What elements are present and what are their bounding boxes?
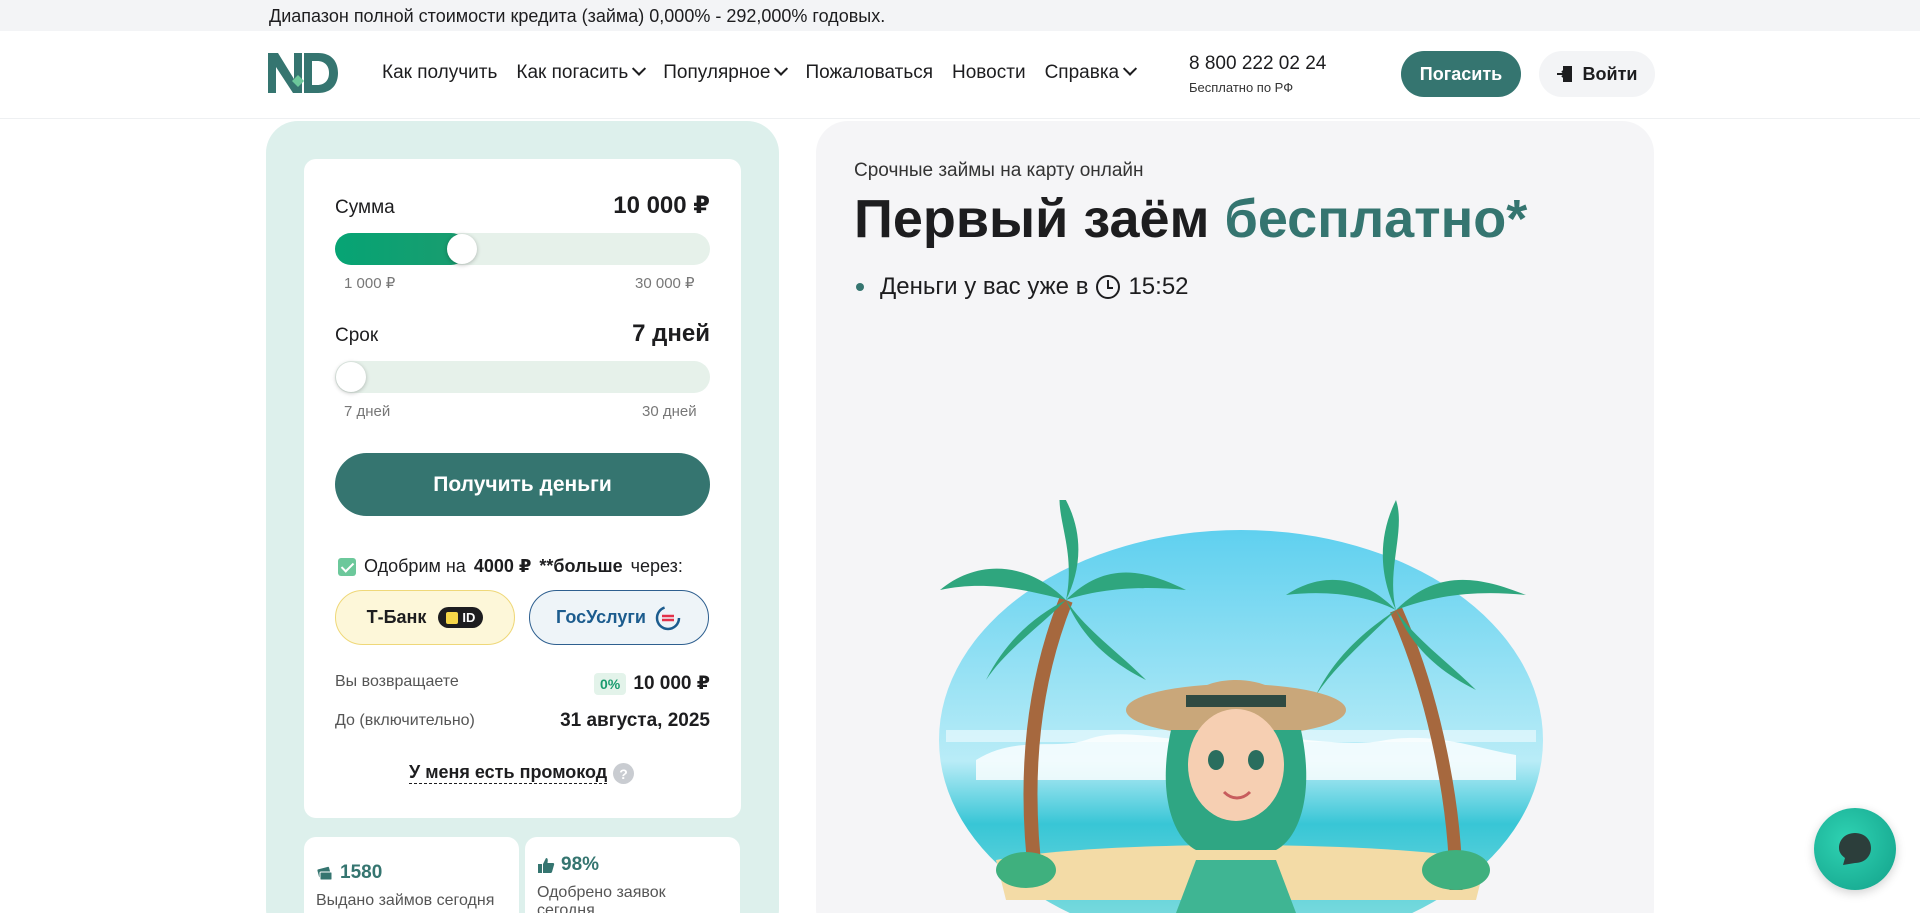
approve-amount: 4000 ₽ <box>473 556 532 576</box>
stat-loans-label: Выдано займов сегодня <box>316 892 495 909</box>
promo-code-link[interactable]: У меня есть промокод <box>409 762 608 784</box>
approve-note: Одобрим на 4000 ₽ **больше через: <box>338 556 683 577</box>
term-slider-handle[interactable] <box>336 362 366 392</box>
chevron-down-icon <box>774 61 789 76</box>
approve-suffix: через: <box>630 556 683 576</box>
hero-title-main: Первый заём <box>854 189 1210 249</box>
gosuslugi-label: ГосУслуги <box>556 607 646 627</box>
stat-approved-value: 98% <box>561 854 600 875</box>
hero-bullet: Деньги у вас уже в 15:52 <box>856 273 1189 301</box>
approve-more: **больше <box>539 556 623 576</box>
nav-help[interactable]: Справка <box>1045 61 1138 84</box>
term-slider[interactable] <box>335 361 710 393</box>
sum-min-label: 1 000 ₽ <box>344 275 396 292</box>
bullet-dot <box>856 283 864 291</box>
money-icon <box>317 866 333 881</box>
sum-label: Сумма <box>335 197 395 218</box>
term-value[interactable]: 7 дней <box>560 320 710 348</box>
phone-subtitle: Бесплатно по РФ <box>1189 80 1294 95</box>
help-question-icon[interactable]: ? <box>613 763 634 784</box>
get-money-button[interactable]: Получить деньги <box>335 453 710 516</box>
login-button[interactable]: Войти <box>1539 51 1655 97</box>
repay-button[interactable]: Погасить <box>1401 51 1521 97</box>
sum-value[interactable]: 10 000 ₽ <box>560 191 710 220</box>
nav-complain[interactable]: Пожаловаться <box>805 62 933 84</box>
login-label: Войти <box>1582 63 1638 84</box>
gosuslugi-button[interactable]: ГосУслуги <box>529 590 709 645</box>
tbank-shield-icon <box>446 611 459 624</box>
chevron-down-icon <box>632 61 647 76</box>
nav-popular[interactable]: Популярное <box>663 61 789 84</box>
chat-icon <box>1839 833 1871 865</box>
beach-girl-illustration <box>939 500 1543 913</box>
stat-approved-label: Одобрено заявок сегодня <box>537 884 666 913</box>
nav-how-to-get[interactable]: Как получить <box>382 62 497 84</box>
login-door-icon <box>1556 66 1572 82</box>
hero-title: Первый заём бесплатно* <box>854 188 1527 250</box>
site-header: Как получить Как погасить Популярное Пож… <box>0 31 1920 119</box>
chevron-down-icon <box>1123 61 1138 76</box>
chat-widget-button[interactable] <box>1814 808 1896 890</box>
nd-logo[interactable] <box>266 51 340 95</box>
nav-how-to-repay[interactable]: Как погасить <box>516 61 647 84</box>
until-value: 31 августа, 2025 <box>560 710 710 731</box>
term-max-label: 30 дней <box>642 403 697 420</box>
until-label: До (включительно) <box>335 712 475 729</box>
term-min-label: 7 дней <box>344 403 391 420</box>
sum-max-label: 30 000 ₽ <box>635 275 695 292</box>
gosuslugi-logo-icon <box>655 605 681 630</box>
return-label: Вы возвращаете <box>335 673 459 690</box>
hero-title-accent: бесплатно* <box>1224 189 1528 249</box>
hero-bullet-time: 15:52 <box>1128 273 1189 300</box>
sum-slider[interactable] <box>335 233 710 265</box>
checkbox-checked-icon[interactable] <box>338 557 356 576</box>
nav-news[interactable]: Новости <box>952 62 1026 84</box>
apr-info-bar: Диапазон полной стоимости кредита (займа… <box>0 0 1920 31</box>
sum-slider-handle[interactable] <box>446 234 477 264</box>
thumbs-up-icon <box>538 858 555 873</box>
phone-number[interactable]: 8 800 222 02 24 <box>1189 53 1326 75</box>
clock-icon <box>1096 275 1121 299</box>
term-label: Срок <box>335 325 379 346</box>
stat-card-approved: 98% Одобрено заявок сегодня <box>525 837 740 913</box>
tbank-id-button[interactable]: Т-Банк ID <box>335 590 515 645</box>
apr-info-text: Диапазон полной стоимости кредита (займа… <box>269 6 886 26</box>
tbank-id-badge: ID <box>438 607 484 628</box>
phone-block[interactable]: 8 800 222 02 24 Бесплатно по РФ <box>1189 53 1326 95</box>
stat-loans-value: 1580 <box>340 862 383 883</box>
stat-card-loans: 1580 Выдано займов сегодня <box>304 837 519 913</box>
approve-prefix: Одобрим на <box>364 556 466 576</box>
hero-subtitle: Срочные займы на карту онлайн <box>854 160 1144 181</box>
return-value: 10 000 ₽ <box>633 673 710 694</box>
hero-bullet-text: Деньги у вас уже в <box>880 273 1089 300</box>
tbank-label: Т-Банк <box>366 607 427 627</box>
main-nav: Как получить Как погасить Популярное Пож… <box>382 61 1154 84</box>
